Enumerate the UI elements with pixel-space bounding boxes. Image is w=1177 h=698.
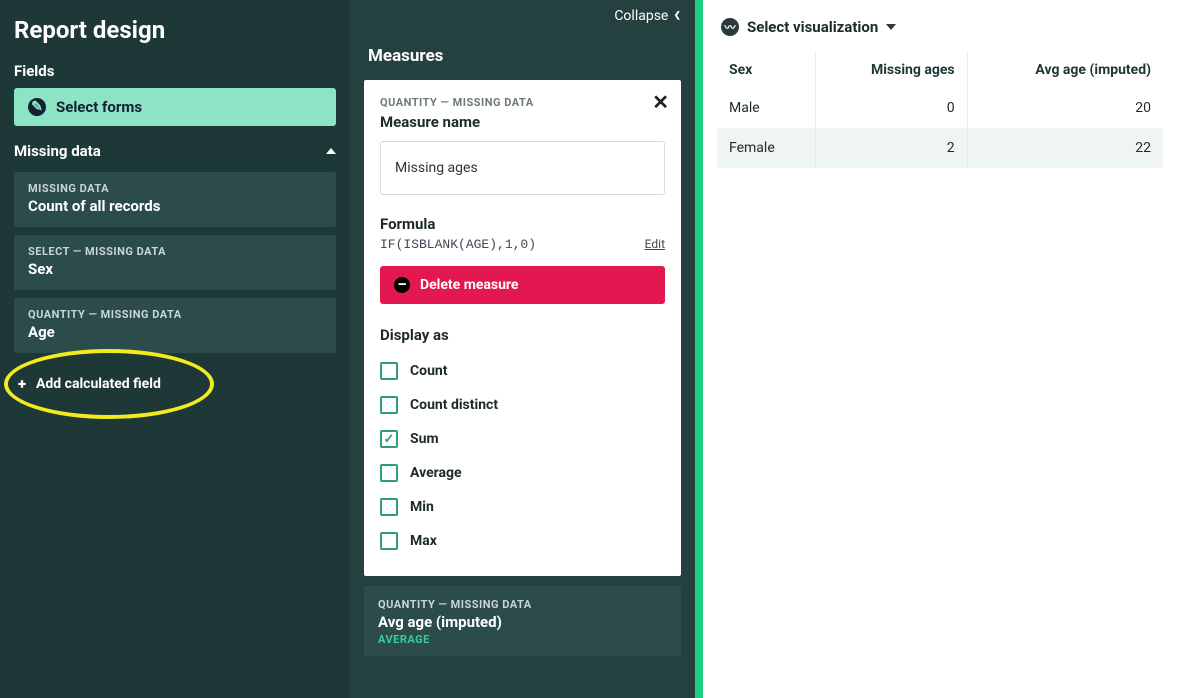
checkbox-checked-icon xyxy=(380,430,398,448)
field-card-age[interactable]: QUANTITY — MISSING DATA Age xyxy=(14,298,336,353)
display-option-max[interactable]: Max xyxy=(380,524,665,558)
field-group-header[interactable]: Missing data xyxy=(0,136,350,166)
formula-code: IF(ISBLANK(AGE),1,0) xyxy=(380,237,536,252)
col-sex[interactable]: Sex xyxy=(717,52,815,88)
measure-editor-card: ✕ QUANTITY — MISSING DATA Measure name F… xyxy=(364,80,681,576)
cell-sex: Female xyxy=(717,128,815,168)
fields-section-label: Fields xyxy=(0,62,350,88)
display-option-label: Max xyxy=(410,533,437,549)
table-row: Male 0 20 xyxy=(717,88,1163,128)
checkbox-icon xyxy=(380,498,398,516)
display-option-label: Average xyxy=(410,465,462,481)
measure-overline: QUANTITY — MISSING DATA xyxy=(378,598,667,611)
display-options-list: Count Count distinct Sum Average Min Max xyxy=(380,354,665,558)
cell-missing-ages: 2 xyxy=(815,128,967,168)
display-option-count[interactable]: Count xyxy=(380,354,665,388)
visualization-preview: 〰 Select visualization Sex Missing ages … xyxy=(703,0,1177,698)
measures-title: Measures xyxy=(350,24,695,80)
field-overline: MISSING DATA xyxy=(28,182,322,195)
measure-name-label: Measure name xyxy=(380,113,665,131)
select-visualization-label: Select visualization xyxy=(747,18,878,36)
panel-accent-strip xyxy=(695,0,703,698)
cell-sex: Male xyxy=(717,88,815,128)
field-title: Sex xyxy=(28,260,322,278)
measure-name-input[interactable] xyxy=(380,141,665,195)
chevron-left-icon: › xyxy=(674,8,681,23)
table-row: Female 2 22 xyxy=(717,128,1163,168)
display-option-min[interactable]: Min xyxy=(380,490,665,524)
report-design-sidebar: Report design Fields ✎ Select forms Miss… xyxy=(0,0,350,698)
preview-table: Sex Missing ages Avg age (imputed) Male … xyxy=(717,52,1163,168)
checkbox-icon xyxy=(380,362,398,380)
display-option-sum[interactable]: Sum xyxy=(380,422,665,456)
measure-aggregation: AVERAGE xyxy=(378,633,667,646)
measure-title: Avg age (imputed) xyxy=(378,613,667,631)
display-option-average[interactable]: Average xyxy=(380,456,665,490)
checkbox-icon xyxy=(380,464,398,482)
measure-card-avg-age[interactable]: QUANTITY — MISSING DATA Avg age (imputed… xyxy=(364,586,681,656)
formula-edit-link[interactable]: Edit xyxy=(645,237,665,251)
field-group-name: Missing data xyxy=(14,142,101,160)
formula-label: Formula xyxy=(380,215,665,233)
display-option-label: Count xyxy=(410,363,448,379)
field-overline: QUANTITY — MISSING DATA xyxy=(28,308,322,321)
cell-avg-age: 22 xyxy=(967,128,1163,168)
display-option-label: Min xyxy=(410,499,434,515)
add-calculated-field-button[interactable]: + Add calculated field xyxy=(14,367,336,401)
collapse-panel-button[interactable]: Collapse › xyxy=(350,0,695,24)
display-option-count-distinct[interactable]: Count distinct xyxy=(380,388,665,422)
add-calculated-field-label: Add calculated field xyxy=(36,376,161,392)
table-header-row: Sex Missing ages Avg age (imputed) xyxy=(717,52,1163,88)
display-option-label: Sum xyxy=(410,431,439,447)
sidebar-title: Report design xyxy=(0,6,350,62)
checkbox-icon xyxy=(380,532,398,550)
checkbox-icon xyxy=(380,396,398,414)
measures-panel: Collapse › Measures ✕ QUANTITY — MISSING… xyxy=(350,0,695,698)
cell-avg-age: 20 xyxy=(967,88,1163,128)
chart-icon: 〰 xyxy=(721,18,739,36)
select-visualization-dropdown[interactable]: 〰 Select visualization xyxy=(721,18,896,36)
plus-icon: + xyxy=(18,375,26,393)
delete-measure-label: Delete measure xyxy=(420,277,518,293)
field-overline: SELECT — MISSING DATA xyxy=(28,245,322,258)
field-title: Count of all records xyxy=(28,197,322,215)
minus-icon: – xyxy=(394,277,410,293)
field-title: Age xyxy=(28,323,322,341)
display-option-label: Count distinct xyxy=(410,397,498,413)
collapse-label: Collapse xyxy=(614,8,668,24)
select-forms-button[interactable]: ✎ Select forms xyxy=(14,88,336,126)
col-missing-ages[interactable]: Missing ages xyxy=(815,52,967,88)
col-avg-age[interactable]: Avg age (imputed) xyxy=(967,52,1163,88)
select-forms-icon: ✎ xyxy=(28,98,46,116)
field-card-sex[interactable]: SELECT — MISSING DATA Sex xyxy=(14,235,336,290)
cell-missing-ages: 0 xyxy=(815,88,967,128)
delete-measure-button[interactable]: – Delete measure xyxy=(380,266,665,304)
select-forms-label: Select forms xyxy=(56,98,142,116)
field-card-count[interactable]: MISSING DATA Count of all records xyxy=(14,172,336,227)
close-editor-button[interactable]: ✕ xyxy=(652,90,669,114)
caret-up-icon xyxy=(326,148,336,154)
measure-editor-overline: QUANTITY — MISSING DATA xyxy=(380,96,665,109)
display-as-label: Display as xyxy=(380,326,665,344)
caret-down-icon xyxy=(886,24,896,30)
